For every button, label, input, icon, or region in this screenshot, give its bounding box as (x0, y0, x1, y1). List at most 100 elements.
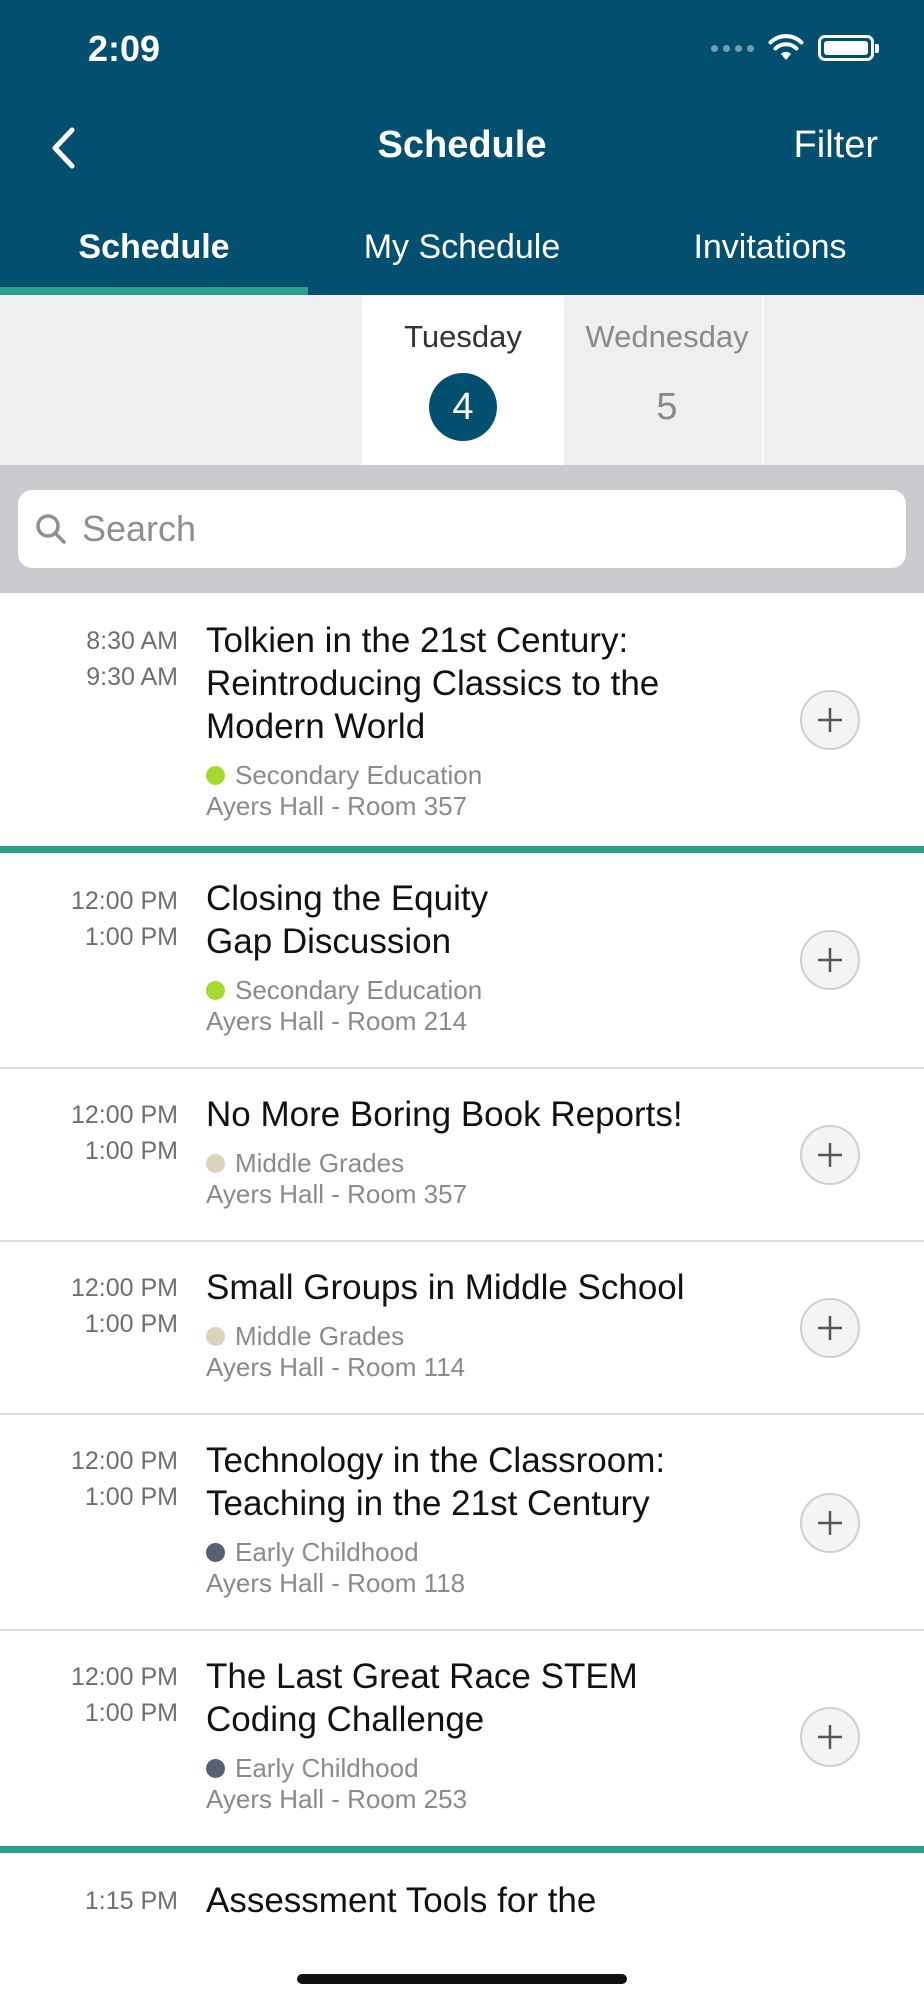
session-title: Small Groups in Middle School (206, 1268, 685, 1307)
session-location: Ayers Hall - Room 214 (206, 1006, 468, 1036)
session-times: 12:00 PM 1:00 PM (0, 1659, 178, 1731)
add-to-schedule-button[interactable] (800, 1707, 860, 1767)
session-title: Tolkien in the 21st Century: Reintroduci… (206, 621, 660, 746)
start-time: 1:15 PM (84, 1887, 178, 1915)
session-row[interactable]: 12:00 PM 1:00 PM The Last Great Race STE… (0, 1631, 924, 1853)
session-meta: Secondary Education Ayers Hall - Room 35… (206, 760, 766, 822)
search-field[interactable] (18, 490, 906, 568)
session-title: Assessment Tools for the (206, 1881, 597, 1920)
session-location: Ayers Hall - Room 118 (206, 1568, 466, 1598)
session-meta: Middle Grades Ayers Hall - Room 357 (206, 1148, 766, 1210)
session-track: Early Childhood (206, 1753, 676, 1784)
filter-button[interactable]: Filter (794, 124, 878, 167)
end-time: 1:00 PM (84, 1137, 178, 1165)
day-name: Tuesday (404, 319, 522, 354)
track-label: Secondary Education (235, 975, 483, 1005)
end-time: 1:00 PM (84, 1699, 178, 1727)
add-to-schedule-button[interactable] (800, 1125, 860, 1185)
track-color-dot (206, 1154, 225, 1173)
date-wednesday[interactable]: Wednesday 5 (566, 295, 768, 465)
tab-schedule[interactable]: Schedule (0, 216, 308, 295)
session-track: Secondary Education (206, 760, 766, 791)
page-title: Schedule (377, 124, 547, 166)
add-to-schedule-button[interactable] (800, 690, 860, 750)
session-row[interactable]: 12:00 PM 1:00 PM Technology in the Class… (0, 1415, 924, 1631)
session-content: No More Boring Book Reports! Middle Grad… (206, 1069, 766, 1210)
search-icon (36, 514, 66, 544)
session-location: Ayers Hall - Room 114 (206, 1352, 466, 1382)
home-indicator (297, 1974, 627, 1984)
session-times: 8:30 AM 9:30 AM (0, 623, 178, 695)
session-location: Ayers Hall - Room 253 (206, 1784, 468, 1814)
signal-icon (711, 44, 754, 52)
day-number: 5 (656, 386, 678, 428)
search-input[interactable] (82, 508, 862, 550)
end-time: 1:00 PM (84, 1483, 178, 1511)
session-times: 12:00 PM 1:00 PM (0, 1097, 178, 1169)
session-title: The Last Great Race STEM Coding Challeng… (206, 1657, 638, 1739)
wifi-icon (768, 34, 804, 60)
start-time: 12:00 PM (70, 1101, 178, 1129)
session-title: Technology in the Classroom: Teaching in… (206, 1441, 666, 1523)
session-location: Ayers Hall - Room 357 (206, 791, 468, 821)
status-time: 2:09 (88, 28, 161, 69)
track-color-dot (206, 1759, 225, 1778)
start-time: 12:00 PM (70, 1274, 178, 1302)
day-number: 4 (429, 373, 497, 441)
track-label: Middle Grades (235, 1321, 405, 1351)
session-meta: Middle Grades Ayers Hall - Room 114 (206, 1321, 766, 1383)
session-times: 12:00 PM 1:00 PM (0, 1443, 178, 1515)
plus-icon (818, 1316, 842, 1340)
session-times: 12:00 PM 1:00 PM (0, 883, 178, 955)
track-label: Secondary Education (235, 760, 483, 790)
tab-bar: Schedule My Schedule Invitations (0, 216, 924, 295)
session-meta: Early Childhood Ayers Hall - Room 253 (206, 1753, 676, 1815)
session-meta: Secondary Education Ayers Hall - Room 21… (206, 975, 536, 1037)
plus-icon (818, 1143, 842, 1167)
end-time: 9:30 AM (86, 663, 178, 691)
session-row[interactable]: 8:30 AM 9:30 AM Tolkien in the 21st Cent… (0, 593, 924, 853)
battery-icon (818, 35, 879, 61)
session-content: Small Groups in Middle School Middle Gra… (206, 1242, 766, 1383)
track-color-dot (206, 1543, 225, 1562)
tab-my-schedule[interactable]: My Schedule (308, 216, 616, 295)
end-time: 1:00 PM (84, 1310, 178, 1338)
session-track: Early Childhood (206, 1537, 766, 1568)
session-meta: Early Childhood Ayers Hall - Room 118 (206, 1537, 766, 1599)
session-content: Assessment Tools for the (206, 1853, 766, 1922)
session-title: Closing the Equity Gap Discussion (206, 879, 489, 961)
status-icons (711, 34, 879, 62)
session-content: Closing the Equity Gap Discussion Second… (206, 853, 536, 1037)
session-row[interactable]: 1:15 PM Assessment Tools for the (0, 1853, 924, 1973)
session-content: Tolkien in the 21st Century: Reintroduci… (206, 593, 766, 822)
track-label: Early Childhood (235, 1753, 419, 1783)
session-list: 8:30 AM 9:30 AM Tolkien in the 21st Cent… (0, 593, 924, 1973)
session-row[interactable]: 12:00 PM 1:00 PM Small Groups in Middle … (0, 1242, 924, 1415)
session-track: Middle Grades (206, 1148, 766, 1179)
session-row[interactable]: 12:00 PM 1:00 PM Closing the Equity Gap … (0, 853, 924, 1069)
track-color-dot (206, 1327, 225, 1346)
start-time: 8:30 AM (86, 627, 178, 655)
session-content: Technology in the Classroom: Teaching in… (206, 1415, 766, 1599)
start-time: 12:00 PM (70, 1663, 178, 1691)
add-to-schedule-button[interactable] (800, 1298, 860, 1358)
search-bar (0, 465, 924, 593)
end-time: 1:00 PM (84, 923, 178, 951)
session-times: 1:15 PM (0, 1883, 178, 1919)
plus-icon (818, 948, 842, 972)
tab-invitations[interactable]: Invitations (616, 216, 924, 295)
date-divider (762, 295, 764, 465)
add-to-schedule-button[interactable] (800, 1493, 860, 1553)
plus-icon (818, 708, 842, 732)
session-track: Secondary Education (206, 975, 536, 1006)
date-picker: Tuesday 4 Wednesday 5 (0, 295, 924, 465)
plus-icon (818, 1725, 842, 1749)
session-location: Ayers Hall - Room 357 (206, 1179, 468, 1209)
date-tuesday[interactable]: Tuesday 4 (362, 295, 564, 465)
day-name: Wednesday (585, 319, 749, 354)
session-times: 12:00 PM 1:00 PM (0, 1270, 178, 1342)
header: 2:09 Schedule Filter Schedule My Schedul… (0, 0, 924, 295)
add-to-schedule-button[interactable] (800, 930, 860, 990)
session-row[interactable]: 12:00 PM 1:00 PM No More Boring Book Rep… (0, 1069, 924, 1242)
session-title: No More Boring Book Reports! (206, 1095, 683, 1134)
